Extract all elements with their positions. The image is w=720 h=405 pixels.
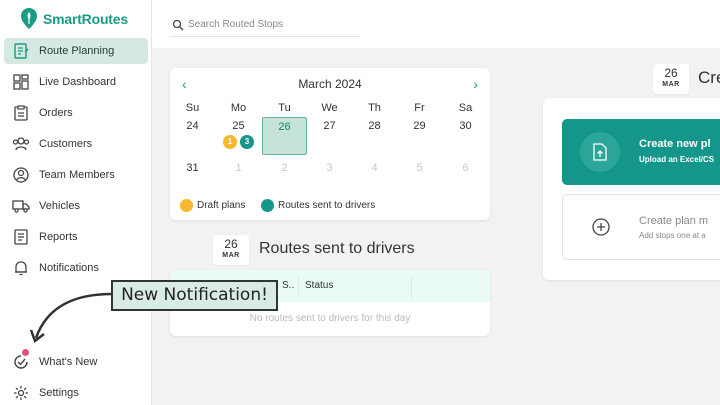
date-month: MAR xyxy=(662,81,680,88)
create-plan-manually-button[interactable]: Create plan m Add stops one at a xyxy=(562,194,720,260)
whats-new-icon xyxy=(12,353,30,371)
calendar-card: ‹ March 2024 › Su Mo Tu We Th Fr Sa 24 2… xyxy=(170,68,490,220)
bell-icon xyxy=(12,259,30,277)
column-header[interactable]: S.. xyxy=(282,280,294,291)
team-icon xyxy=(12,166,30,184)
calendar-day[interactable]: 29 xyxy=(397,120,442,132)
sidebar-item-label: Live Dashboard xyxy=(39,76,117,88)
calendar-day[interactable]: 2 xyxy=(262,162,307,174)
weekday-label: We xyxy=(321,102,338,114)
sidebar-item-vehicles[interactable]: Vehicles xyxy=(4,193,148,219)
logo-pin-icon xyxy=(21,8,37,29)
legend-sent-label: Routes sent to drivers xyxy=(278,200,376,211)
orders-icon xyxy=(12,104,30,122)
calendar-day[interactable]: 27 xyxy=(307,120,352,132)
sidebar-item-label: Reports xyxy=(39,231,78,243)
sidebar-item-notifications[interactable]: Notifications xyxy=(4,255,148,281)
sidebar-item-live-dashboard[interactable]: Live Dashboard xyxy=(4,69,148,95)
calendar-day[interactable]: 4 xyxy=(352,162,397,174)
sidebar-item-label: What's New xyxy=(39,356,98,368)
sidebar-item-label: Settings xyxy=(39,387,79,399)
sidebar-item-orders[interactable]: Orders xyxy=(4,100,148,126)
sidebar-item-label: Vehicles xyxy=(39,200,80,212)
notification-badge xyxy=(22,349,29,356)
app-name: SmartRoutes xyxy=(43,11,128,27)
plan-section-title: Cre xyxy=(698,68,720,87)
sidebar-item-label: Orders xyxy=(39,107,73,119)
truck-icon xyxy=(12,197,30,215)
reports-icon xyxy=(12,228,30,246)
legend-draft-label: Draft plans xyxy=(197,200,246,211)
sidebar-item-label: Route Planning xyxy=(39,45,115,57)
sidebar-item-label: Customers xyxy=(39,138,93,150)
sidebar-item-route-planning[interactable]: Route Planning xyxy=(4,38,148,64)
add-circle-icon xyxy=(592,218,610,236)
column-divider xyxy=(411,276,412,298)
routes-section-title: Routes sent to drivers xyxy=(259,240,415,257)
sidebar-item-team-members[interactable]: Team Members xyxy=(4,162,148,188)
annotation-arrow-icon xyxy=(29,292,113,344)
search-placeholder: Search Routed Stops xyxy=(188,19,284,30)
empty-state-text: No routes sent to drivers for this day xyxy=(249,313,411,324)
column-divider xyxy=(298,276,299,298)
calendar-day-selected[interactable]: 26 xyxy=(262,121,307,133)
calendar-day[interactable]: 28 xyxy=(352,120,397,132)
create-new-plan-title: Create new pl xyxy=(639,138,711,150)
customers-icon xyxy=(12,135,30,153)
create-plan-manually-subtitle: Add stops one at a xyxy=(639,231,706,240)
search-icon xyxy=(172,19,184,30)
legend-draft: Draft plans xyxy=(180,199,245,212)
dashboard-icon xyxy=(12,73,30,91)
weekday-label: Su xyxy=(185,102,200,114)
create-plan-manually-title: Create plan m xyxy=(639,215,709,227)
date-day: 26 xyxy=(224,237,238,251)
column-header[interactable]: Status xyxy=(305,280,333,291)
create-new-plan-subtitle: Upload an Excel/CS xyxy=(639,155,715,164)
sidebar-item-customers[interactable]: Customers xyxy=(4,131,148,157)
sidebar-item-label: Team Members xyxy=(39,169,115,181)
calendar-month-label: March 2024 xyxy=(298,77,362,91)
upload-file-icon xyxy=(580,132,620,172)
date-day: 26 xyxy=(664,66,678,80)
next-month-button[interactable]: › xyxy=(473,74,478,94)
weekday-label: Tu xyxy=(278,102,291,114)
sent-count-badge: 3 xyxy=(240,135,254,149)
sent-legend-dot xyxy=(261,199,274,212)
calendar-day[interactable]: 5 xyxy=(397,162,442,174)
gear-icon xyxy=(12,384,30,402)
calendar-day[interactable]: 1 xyxy=(216,162,261,174)
create-new-plan-button[interactable]: Create new pl Upload an Excel/CS xyxy=(562,119,720,185)
calendar-day[interactable]: 25 xyxy=(216,120,261,132)
calendar-day[interactable]: 31 xyxy=(170,162,215,174)
plan-date-chip: 26 MAR xyxy=(653,64,689,94)
new-notification-callout: New Notification! xyxy=(111,280,278,311)
calendar-day[interactable]: 6 xyxy=(443,162,488,174)
calendar-day[interactable]: 30 xyxy=(443,120,488,132)
draft-count-badge: 1 xyxy=(223,135,237,149)
date-month: MAR xyxy=(222,252,240,259)
sidebar-item-label: Notifications xyxy=(39,262,99,274)
weekday-label: Th xyxy=(368,102,381,114)
weekday-label: Sa xyxy=(458,102,473,114)
route-planning-icon xyxy=(12,42,30,60)
search-input[interactable]: Search Routed Stops xyxy=(170,13,360,37)
weekday-label: Mo xyxy=(230,102,247,114)
legend-sent: Routes sent to drivers xyxy=(261,199,375,212)
app-logo[interactable]: SmartRoutes xyxy=(20,7,128,31)
weekday-label: Fr xyxy=(414,102,425,114)
routes-date-chip: 26 MAR xyxy=(213,235,249,265)
top-bar: Search Routed Stops xyxy=(152,0,720,48)
calendar-day[interactable]: 3 xyxy=(307,162,352,174)
calendar-day[interactable]: 24 xyxy=(170,120,215,132)
sidebar-item-reports[interactable]: Reports xyxy=(4,224,148,250)
sidebar-item-settings[interactable]: Settings xyxy=(4,380,148,405)
draft-legend-dot xyxy=(180,199,193,212)
